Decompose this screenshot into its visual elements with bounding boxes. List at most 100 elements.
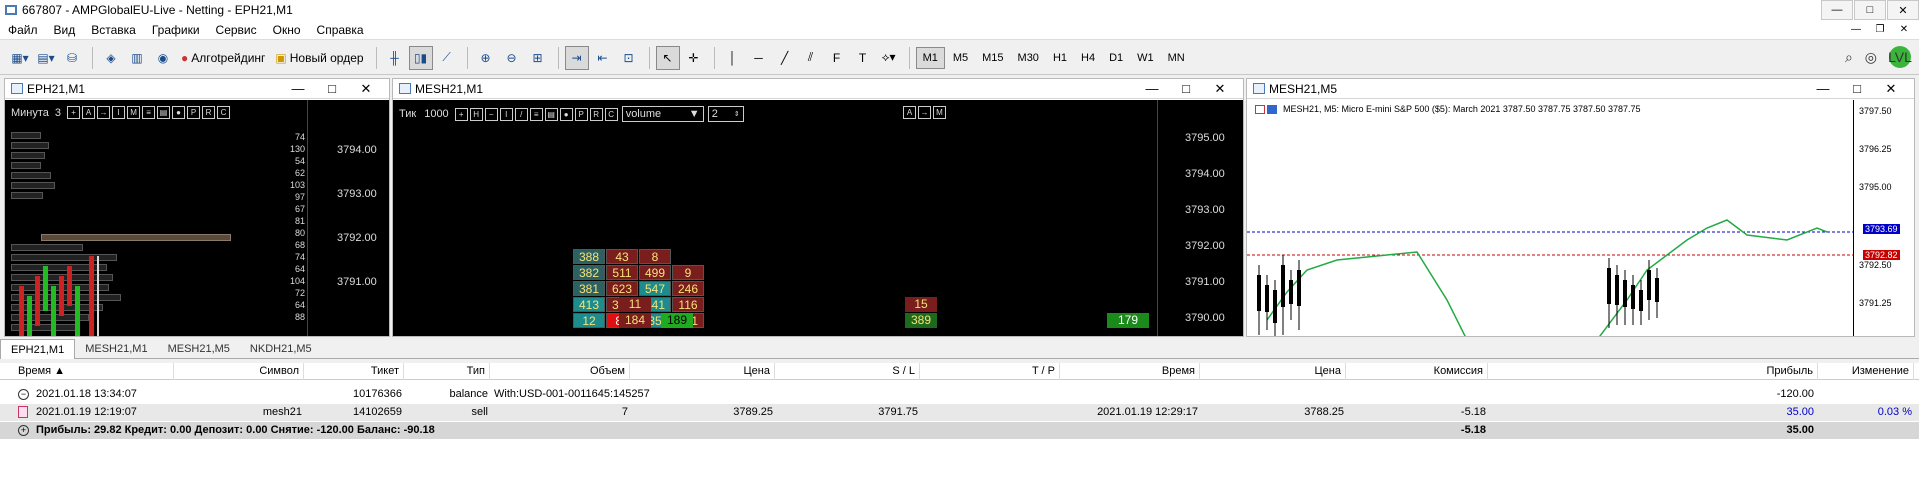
- tile-windows-icon[interactable]: ⊞: [526, 46, 550, 70]
- circle-icon[interactable]: ●: [172, 106, 186, 119]
- menu-insert[interactable]: Вставка: [83, 23, 144, 37]
- market-watch-icon[interactable]: ⛁: [60, 46, 84, 70]
- shapes-icon[interactable]: ⟡▾: [877, 46, 901, 70]
- chart-canvas[interactable]: Тик 1000 + H − I / ≡ ▤ ● P R C volume ▼ 2…: [393, 100, 1243, 336]
- col-time[interactable]: Время ▲: [14, 363, 174, 380]
- col-sl[interactable]: S / L: [775, 363, 920, 380]
- zoom-out-icon[interactable]: ⊖: [500, 46, 524, 70]
- algo-trading-button[interactable]: ● Алгotрейдинг: [177, 46, 269, 70]
- chart-canvas[interactable]: MESH21, M5: Micro E-mini S&P 500 ($5): M…: [1247, 100, 1914, 336]
- slash-icon[interactable]: /: [514, 107, 528, 121]
- col-volume[interactable]: Объем: [490, 363, 630, 380]
- menu-view[interactable]: Вид: [46, 23, 84, 37]
- line-chart-icon[interactable]: ⟋: [435, 46, 459, 70]
- close-button[interactable]: ✕: [1887, 0, 1919, 20]
- r-icon[interactable]: R: [589, 107, 603, 121]
- col-price[interactable]: Цена: [630, 363, 775, 380]
- chart-minimize-button[interactable]: —: [281, 81, 315, 97]
- chart-window-mesh21-m1[interactable]: MESH21,M1 — □ ✕ Тик 1000 + H − I / ≡ ▤ ●…: [392, 78, 1244, 337]
- channel-icon[interactable]: ⫽: [799, 46, 823, 70]
- a-icon[interactable]: A: [82, 106, 96, 119]
- text-icon[interactable]: T: [851, 46, 875, 70]
- chart-close-button[interactable]: ✕: [1203, 81, 1237, 97]
- trend-line-icon[interactable]: ╱: [773, 46, 797, 70]
- menu-file[interactable]: Файл: [0, 23, 46, 37]
- p-icon[interactable]: P: [574, 107, 588, 121]
- horizontal-line-icon[interactable]: ─: [747, 46, 771, 70]
- mdi-minimize-button[interactable]: —: [1845, 21, 1867, 37]
- mdi-restore-button[interactable]: ❐: [1869, 21, 1891, 37]
- tab-nkdh21-m5[interactable]: NKDH21,M5: [240, 339, 322, 359]
- minus-icon[interactable]: −: [484, 107, 498, 121]
- tf-m5[interactable]: M5: [947, 47, 974, 69]
- m-icon[interactable]: M: [933, 106, 946, 119]
- maximize-button[interactable]: □: [1854, 0, 1886, 20]
- search-icon[interactable]: ⌕: [1845, 49, 1853, 66]
- table-row[interactable]: − 2021.01.18 13:34:07 10176366 balance W…: [0, 386, 1919, 403]
- r-icon[interactable]: R: [202, 106, 216, 119]
- a-icon[interactable]: A: [903, 106, 916, 119]
- chart-minimize-button[interactable]: —: [1806, 81, 1840, 97]
- col-symbol[interactable]: Символ: [174, 363, 304, 380]
- chart-canvas[interactable]: Минута 3 + A → I M ≡ ▤ ● P R C 74 130 54…: [5, 100, 389, 336]
- lines-icon[interactable]: ≡: [142, 106, 156, 119]
- volume-select[interactable]: volume ▼: [621, 106, 704, 122]
- zoom-in-icon[interactable]: ⊕: [474, 46, 498, 70]
- col-commission[interactable]: Комиссия: [1346, 363, 1488, 380]
- table-row[interactable]: 2021.01.19 12:19:07 mesh21 14102659 sell…: [0, 404, 1919, 421]
- new-chart-icon[interactable]: ▦▾: [8, 46, 32, 70]
- chart-window-mesh21-m5[interactable]: MESH21,M5 — □ ✕ MESH21, M5: Micro E-mini…: [1246, 78, 1915, 337]
- volume-stepper[interactable]: 2 ⇕: [707, 106, 744, 122]
- tab-mesh21-m1[interactable]: MESH21,M1: [75, 339, 157, 359]
- chart-shift-icon[interactable]: ⇤: [591, 46, 615, 70]
- lines-icon[interactable]: ≡: [529, 107, 543, 121]
- tf-mn[interactable]: MN: [1162, 47, 1191, 69]
- fibonacci-icon[interactable]: F: [825, 46, 849, 70]
- tf-h4[interactable]: H4: [1075, 47, 1101, 69]
- tf-m1[interactable]: M1: [915, 46, 945, 69]
- profiles-icon[interactable]: ▤▾: [34, 46, 58, 70]
- tf-h1[interactable]: H1: [1047, 47, 1073, 69]
- cursor-icon[interactable]: ↖: [655, 45, 680, 70]
- chart-close-button[interactable]: ✕: [1874, 81, 1908, 97]
- h-icon[interactable]: H: [469, 107, 483, 121]
- indicators-icon[interactable]: ⊡: [617, 46, 641, 70]
- chart-maximize-button[interactable]: □: [1840, 81, 1874, 97]
- tab-mesh21-m5[interactable]: MESH21,M5: [158, 339, 240, 359]
- bracket-icon[interactable]: I: [112, 106, 126, 119]
- bars-icon[interactable]: ▤: [544, 107, 558, 121]
- chart-maximize-button[interactable]: □: [315, 81, 349, 97]
- bar-chart-icon[interactable]: ╫: [383, 46, 407, 70]
- lvl-icon[interactable]: LVL: [1888, 46, 1912, 68]
- c-icon[interactable]: C: [217, 106, 231, 119]
- chart-minimize-button[interactable]: —: [1135, 81, 1169, 97]
- plus-icon[interactable]: +: [454, 107, 468, 121]
- m-icon[interactable]: M: [127, 106, 141, 119]
- crosshair-icon[interactable]: ✛: [682, 46, 706, 70]
- col-time2[interactable]: Время: [1060, 363, 1200, 380]
- plus-icon[interactable]: +: [67, 106, 81, 119]
- circle-icon[interactable]: ●: [559, 107, 573, 121]
- menu-charts[interactable]: Графики: [144, 23, 208, 37]
- autoscroll-icon[interactable]: ⇥: [564, 45, 589, 70]
- col-type[interactable]: Тип: [404, 363, 490, 380]
- tf-w1[interactable]: W1: [1131, 47, 1160, 69]
- p-icon[interactable]: P: [187, 106, 201, 119]
- menu-tools[interactable]: Сервис: [208, 23, 265, 37]
- navigator-icon[interactable]: ◈: [99, 46, 123, 70]
- mdi-close-button[interactable]: ✕: [1893, 21, 1915, 37]
- chart-maximize-button[interactable]: □: [1169, 81, 1203, 97]
- arrow-icon[interactable]: →: [97, 106, 111, 119]
- menu-window[interactable]: Окно: [265, 23, 309, 37]
- menu-help[interactable]: Справка: [309, 23, 372, 37]
- tf-m30[interactable]: M30: [1012, 47, 1045, 69]
- tf-m15[interactable]: M15: [976, 47, 1009, 69]
- vertical-line-icon[interactable]: │: [721, 46, 745, 70]
- col-profit[interactable]: Прибыль: [1488, 363, 1818, 380]
- minimize-button[interactable]: —: [1821, 0, 1853, 20]
- candle-chart-icon[interactable]: ▯▮: [408, 45, 433, 70]
- tab-eph21-m1[interactable]: EPH21,M1: [0, 339, 76, 359]
- col-ticket[interactable]: Тикет: [304, 363, 404, 380]
- bracket-icon[interactable]: I: [499, 107, 513, 121]
- expand-icon[interactable]: +: [18, 425, 29, 436]
